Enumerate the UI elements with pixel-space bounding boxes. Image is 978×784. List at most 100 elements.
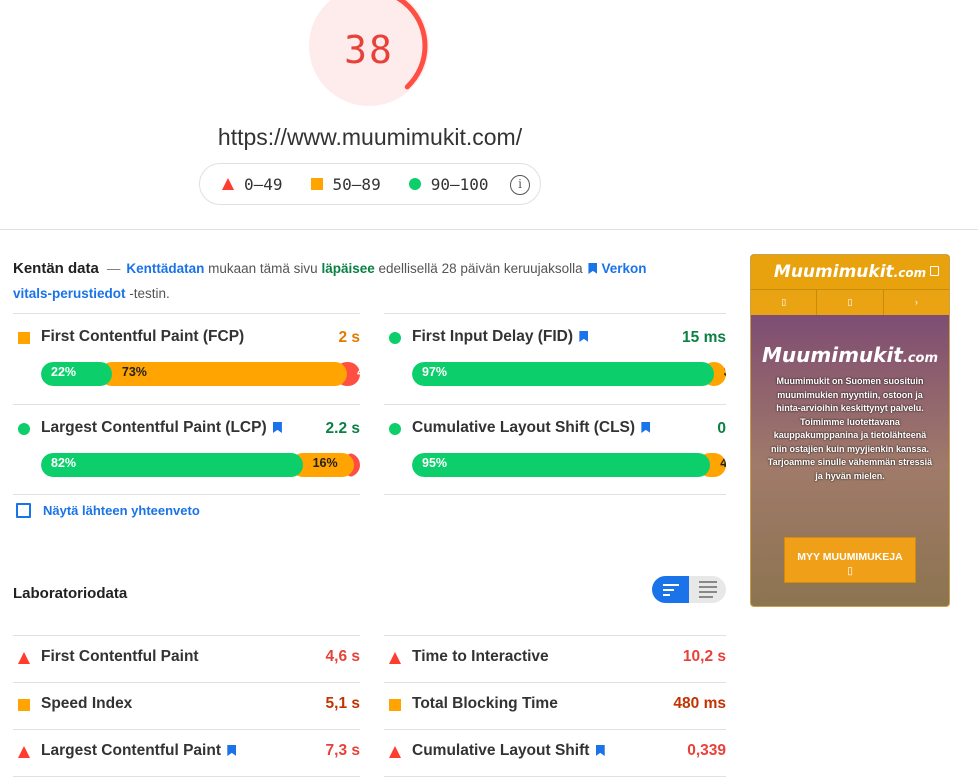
legend-fail-label: 0–49 [244,174,283,194]
bar-good: 82% [41,453,303,477]
field-metric-fcp: First Contentful Paint (FCP) 2 s 22% 73%… [13,313,360,403]
metric-value: 2.2 s [325,420,360,437]
bookmark-icon [579,331,589,342]
expanded-view-button[interactable] [689,576,726,603]
triangle-icon [389,746,401,758]
ad-hero-logo-text: Muumimukit [762,343,903,367]
square-icon [389,699,401,711]
square-icon [310,178,323,190]
lab-data-title: Laboratoriodata [13,585,128,602]
lab-metric-cls: Cumulative Layout Shift 0,339 [384,729,726,776]
metric-name-text: Largest Contentful Paint (LCP) [41,419,267,436]
divider [13,776,360,777]
triangle-icon [389,652,401,664]
legend-pass-label: 90–100 [430,174,489,194]
page-url: https://www.muumimukit.com/ [217,124,523,150]
distribution-bar: 95% 4% 1% [412,453,726,477]
button-icon: ▯ [847,565,853,577]
divider [13,494,360,495]
ad-logo: Muumimukit.com [774,262,926,282]
triangle-icon [18,652,30,664]
metric-name-text: Cumulative Layout Shift (CLS) [412,419,636,436]
lab-metric-value: 10,2 s [682,648,726,665]
ad-hero: Muumimukit.com Muumimukit on Suomen suos… [751,343,949,483]
metric-name: Largest Contentful Paint (LCP) [41,419,286,437]
info-icon[interactable]: i [510,175,530,195]
lab-metric-speed-index: Speed Index 5,1 s [13,682,360,729]
metric-name: Cumulative Layout Shift (CLS) [412,419,654,437]
list-compact-icon [662,583,679,596]
lab-metric-tbt: Total Blocking Time 480 ms [384,682,726,729]
lab-metric-name-text: Cumulative Layout Shift [412,742,590,759]
metric-name-text: First Contentful Paint (FCP) [41,328,245,345]
lab-metric-value: 5,1 s [325,695,360,712]
lab-metric-fcp: First Contentful Paint 4,6 s [13,635,360,682]
triangle-icon [222,178,234,190]
field-metric-fid: First Input Delay (FID) 15 ms 97% 3% 1% [384,313,726,403]
lab-metric-name: First Contentful Paint [41,648,199,665]
performance-score-gauge: 38 [309,0,429,106]
lab-metric-value: 480 ms [673,695,726,712]
ad-nav-item[interactable]: › [884,290,949,315]
distribution-bar: 22% 73% 4% [41,362,360,386]
field-data-link[interactable]: Kenttädatan [126,261,204,276]
lab-metric-lcp: Largest Contentful Paint 7,3 s [13,729,360,776]
field-text-3: -testin. [129,286,170,301]
field-text-2: edellisellä 28 päivän keruujaksolla [378,261,583,276]
lab-metric-name-text: Largest Contentful Paint [41,742,221,759]
dash-separator: — [106,261,121,276]
metric-value: 15 ms [682,329,726,346]
lab-metric-name: Cumulative Layout Shift [412,742,609,760]
circle-icon [389,332,401,344]
lab-metric-name: Total Blocking Time [412,695,558,712]
field-data-title: Kentän data [13,260,99,277]
lab-metric-tti: Time to Interactive 10,2 s [384,635,726,682]
field-text-1: mukaan tämä sivu [208,261,318,276]
show-origin-summary[interactable]: Näytä lähteen yhteenveto [16,503,200,518]
square-icon [18,699,30,711]
ad-hero-logo-suffix: .com [902,351,938,366]
checkbox[interactable] [16,503,31,518]
field-status: läpäisee [321,261,375,276]
bar-good: 97% [412,362,714,386]
sell-mugs-label: MYY MUUMIMUKEJA [797,551,903,563]
view-toggle[interactable] [652,576,726,603]
divider [384,776,726,777]
lab-metric-name: Speed Index [41,695,133,712]
ad-body-text: Muumimukit on Suomen suosituin muumimuki… [767,376,933,481]
circle-icon [18,423,30,435]
ad-nav-item[interactable]: ▯ [751,290,818,315]
ad-hero-logo: Muumimukit.com [751,343,949,367]
ad-logo-suffix: .com [893,266,927,280]
advertisement[interactable]: Muumimukit.com ▯ ▯ › Muumimukit.com Muum… [750,254,950,607]
bookmark-icon [641,422,651,433]
section-divider [0,229,978,230]
lab-metric-value: 7,3 s [325,742,360,759]
lab-metric-value: 4,6 s [325,648,360,665]
distribution-bar: 97% 3% 1% [412,362,726,386]
divider [384,494,726,495]
ad-nav-item[interactable]: ▯ [817,290,884,315]
compact-view-button[interactable] [652,576,689,603]
triangle-icon [18,746,30,758]
show-origin-summary-label: Näytä lähteen yhteenveto [43,503,200,518]
metric-value: 0 [717,420,726,437]
bookmark-icon [595,745,605,756]
legend-pass: 90–100 [408,174,489,194]
bar-average: 73% [99,362,348,386]
sell-mugs-button[interactable]: MYY MUUMIMUKEJA ▯ [784,537,916,583]
legend-fail: 0–49 [222,175,283,194]
distribution-bar: 82% 16% 2% [41,453,360,477]
square-icon [18,332,30,344]
bookmark-icon [227,745,237,756]
legend-average: 50–89 [310,174,381,194]
circle-icon [408,178,421,190]
ad-nav: ▯ ▯ › [751,289,949,315]
lab-metric-name: Time to Interactive [412,648,549,665]
bar-good: 22% [41,362,112,386]
field-metric-lcp: Largest Contentful Paint (LCP) 2.2 s 82%… [13,404,360,494]
bookmark-icon [588,263,598,274]
performance-score: 38 [344,28,394,72]
legend-average-label: 50–89 [332,174,381,194]
metric-name: First Contentful Paint (FCP) [41,328,244,346]
